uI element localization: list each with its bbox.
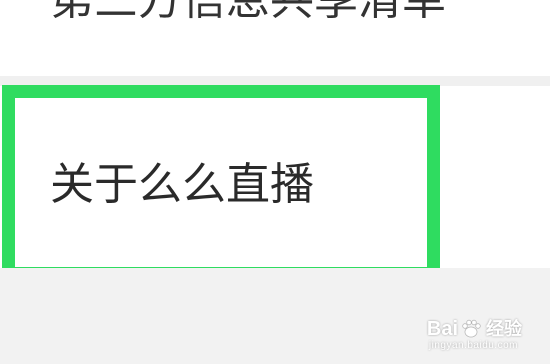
baidu-jingyan-watermark: Bai 经验 jingyan.baidu.com	[427, 318, 522, 352]
list-item-label: 关于么么直播	[50, 159, 314, 210]
watermark-domain: jingyan.baidu.com	[428, 340, 518, 351]
section-divider	[0, 76, 550, 86]
watermark-brand-left: Bai	[426, 318, 458, 340]
watermark-brand-right: 经验	[486, 319, 522, 339]
paw-icon	[460, 318, 482, 340]
list-item-about[interactable]: 关于么么直播	[0, 86, 550, 268]
list-item-third-party-sharing[interactable]: 第三方信息共享清单	[0, 0, 550, 76]
list-item-label: 第三方信息共享清单	[50, 0, 446, 30]
